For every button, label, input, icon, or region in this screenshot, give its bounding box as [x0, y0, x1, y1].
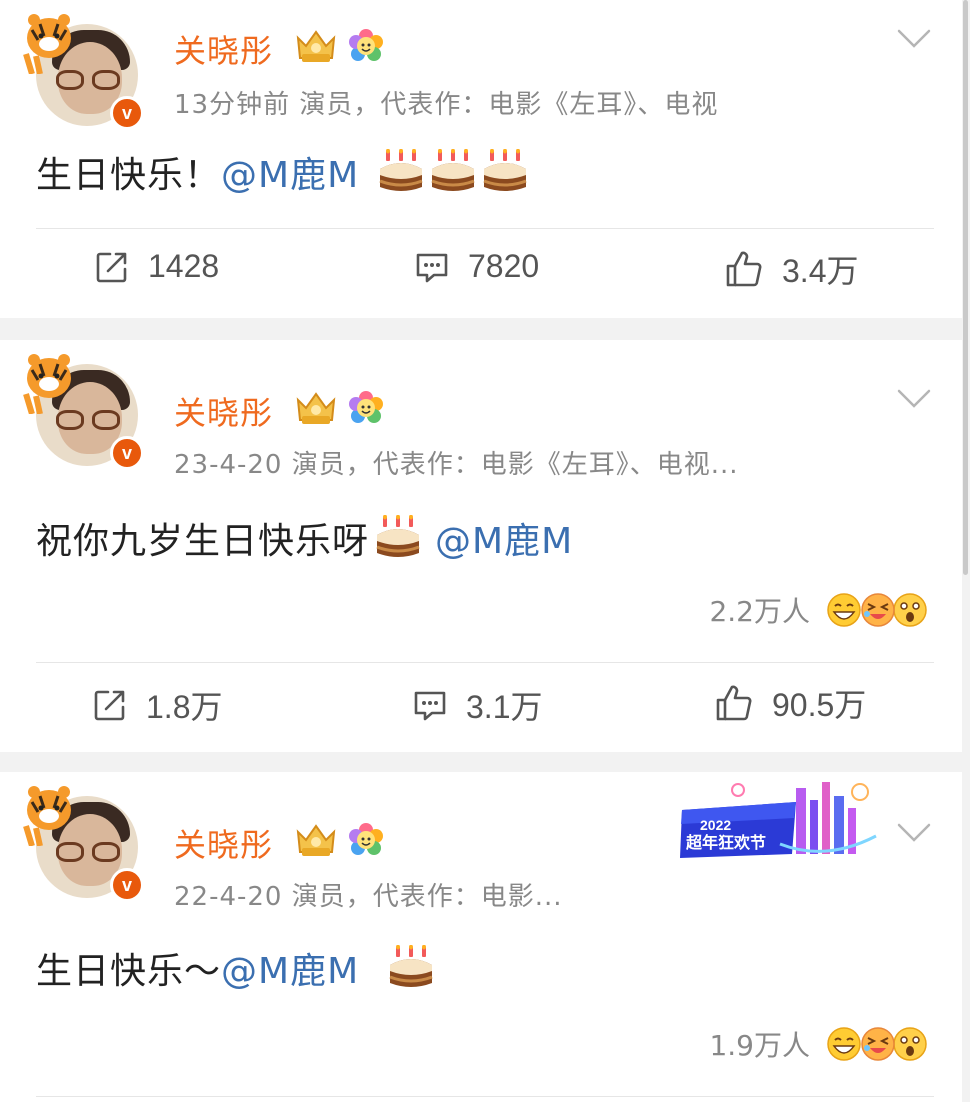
divider: [36, 1096, 934, 1097]
weibo-post: v 关晓彤 23-4-20 演员，代表作：电影《左耳》、电视... 祝你九岁生日…: [0, 340, 962, 752]
scrollbar[interactable]: [963, 0, 968, 575]
reaction-count: 1.9万人: [709, 1029, 810, 1062]
action-bar: 1428 7820 3.4万: [0, 242, 962, 302]
repost-count: 1.8万: [146, 689, 223, 725]
comment-icon: [412, 687, 448, 723]
action-bar: 1.8万 3.1万 90.5万: [0, 676, 962, 736]
verified-icon: v: [110, 868, 144, 902]
post-text: 祝你九岁生日快乐呀 @M鹿M: [36, 512, 573, 564]
comment-icon: [414, 249, 450, 285]
repost-button[interactable]: 1428: [94, 248, 219, 285]
like-count: 90.5万: [772, 687, 867, 723]
chevron-down-icon[interactable]: [896, 388, 932, 410]
mention-link[interactable]: @M鹿M: [221, 155, 359, 196]
like-button[interactable]: 3.4万: [724, 246, 859, 292]
cake-icon: [482, 149, 528, 193]
festival-banner[interactable]: 2022 超年狂欢节: [676, 780, 884, 862]
banner-year: 2022: [700, 817, 731, 833]
post-text: 生日快乐！@M鹿M: [36, 146, 528, 198]
crown-badge-icon[interactable]: [294, 390, 338, 426]
divider: [36, 228, 934, 229]
comment-count: 3.1万: [466, 689, 543, 725]
post-text-body: 生日快乐～: [36, 951, 222, 992]
repost-icon: [94, 249, 130, 285]
post-meta: 23-4-20 演员，代表作：电影《左耳》、电视...: [174, 450, 739, 480]
cake-icon: [378, 149, 424, 193]
flower-badge-icon[interactable]: [348, 822, 384, 858]
repost-button[interactable]: 1.8万: [92, 682, 223, 728]
repost-icon: [92, 687, 128, 723]
tiger-frame-icon: [22, 350, 76, 414]
author-name[interactable]: 关晓彤: [174, 26, 273, 72]
comment-button[interactable]: 3.1万: [412, 682, 543, 728]
post-text: 生日快乐～@M鹿M: [36, 942, 434, 994]
mention-link[interactable]: @M鹿M: [435, 521, 573, 562]
post-meta: 22-4-20 演员，代表作：电影...: [174, 882, 563, 912]
flower-badge-icon[interactable]: [348, 28, 384, 64]
post-meta: 13分钟前 演员，代表作：电影《左耳》、电视: [174, 90, 719, 120]
post-text-body: 祝你九岁生日快乐呀: [36, 521, 370, 562]
crown-badge-icon[interactable]: [294, 28, 338, 64]
verified-icon: v: [110, 96, 144, 130]
reaction-summary[interactable]: 1.9万人: [709, 1024, 928, 1064]
like-count: 3.4万: [782, 253, 859, 289]
like-icon: [724, 249, 764, 289]
repost-count: 1428: [148, 248, 220, 284]
weibo-post: v 关晓彤 13分钟前 演员，代表作：电影《左耳》、电视 生日快乐！@M鹿M 1…: [0, 0, 962, 318]
post-text-body: 生日快乐！: [36, 155, 222, 196]
chevron-down-icon[interactable]: [896, 28, 932, 50]
author-name[interactable]: 关晓彤: [174, 820, 273, 866]
avatar[interactable]: v: [36, 796, 144, 902]
like-icon: [714, 683, 754, 723]
reaction-summary[interactable]: 2.2万人: [709, 590, 928, 630]
reaction-count: 2.2万人: [709, 595, 810, 628]
cake-icon: [430, 149, 476, 193]
weibo-post: v 关晓彤 22-4-20 演员，代表作：电影... 2022 超年狂欢节 生日…: [0, 772, 962, 1102]
comment-button[interactable]: 7820: [414, 248, 539, 285]
verified-icon: v: [110, 436, 144, 470]
avatar[interactable]: v: [36, 364, 144, 470]
mention-link[interactable]: @M鹿M: [221, 951, 359, 992]
banner-title: 超年狂欢节: [685, 833, 766, 852]
chevron-down-icon[interactable]: [896, 822, 932, 844]
cake-icon: [375, 515, 421, 559]
flower-badge-icon[interactable]: [348, 390, 384, 426]
cake-icon: [388, 945, 434, 989]
crown-badge-icon[interactable]: [294, 822, 338, 858]
avatar[interactable]: v: [36, 24, 144, 130]
author-name[interactable]: 关晓彤: [174, 388, 273, 434]
like-button[interactable]: 90.5万: [714, 680, 866, 726]
reaction-emojis: [827, 593, 927, 627]
divider: [36, 662, 934, 663]
tiger-frame-icon: [22, 10, 76, 74]
reaction-emojis: [827, 1027, 927, 1061]
comment-count: 7820: [468, 248, 540, 284]
tiger-frame-icon: [22, 782, 76, 846]
